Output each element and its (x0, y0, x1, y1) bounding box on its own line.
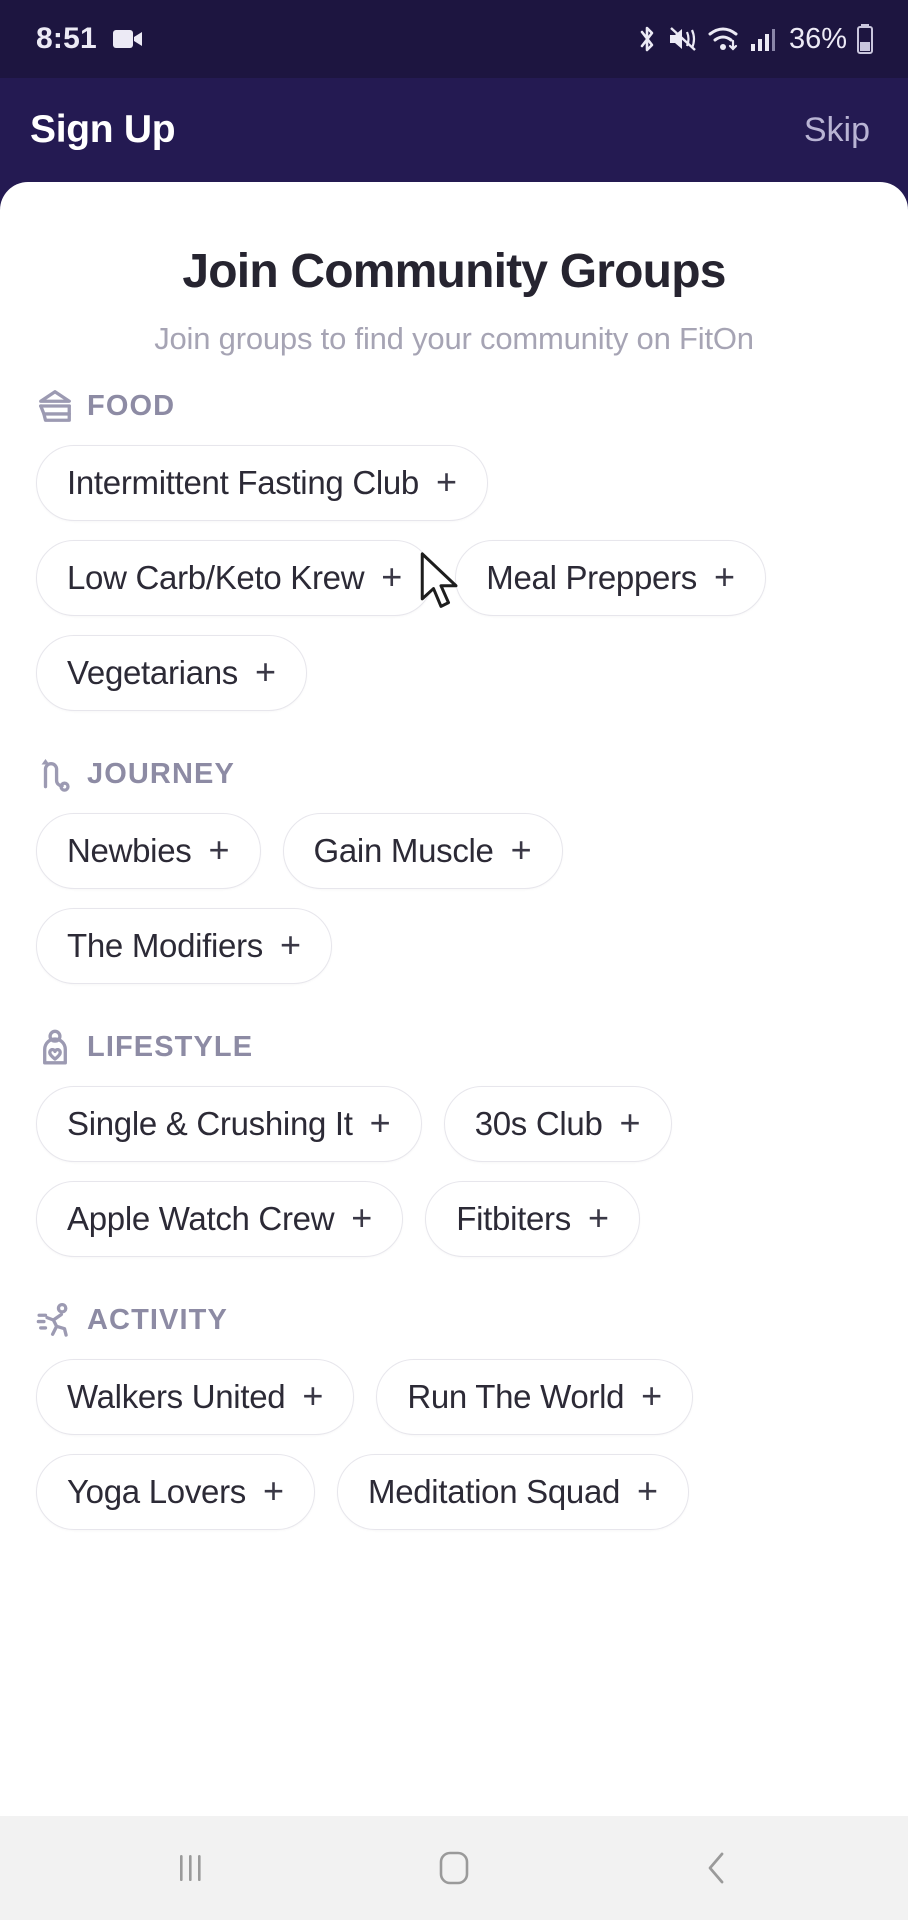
groups-scroll-area[interactable]: Join Community Groups Join groups to fin… (0, 182, 908, 1816)
group-chip-label: The Modifiers (67, 927, 264, 964)
phone-screen: 8:51 36% Sign Up Skip Join Community Gro… (0, 0, 908, 1920)
video-camera-icon (112, 30, 142, 48)
group-chip[interactable]: Walkers United + (36, 1359, 355, 1435)
group-chip[interactable]: Yoga Lovers + (36, 1454, 315, 1530)
group-chip-label: Gain Muscle (313, 832, 494, 869)
running-person-icon (36, 1302, 68, 1337)
chip-group: Single & Crushing It +30s Club + Apple Watc… (36, 1086, 872, 1257)
plus-icon[interactable]: + (381, 558, 402, 595)
group-chip[interactable]: Intermittent Fasting Club + (36, 445, 489, 521)
home-button[interactable] (394, 1816, 514, 1920)
group-chip[interactable]: Vegetarians + (36, 635, 308, 711)
status-time: 8:51 (36, 22, 97, 55)
plus-icon[interactable]: + (208, 831, 229, 868)
group-chip-label: Low Carb/Keto Krew (67, 559, 365, 596)
cellular-signal-icon (750, 29, 775, 51)
group-chip[interactable]: The Modifiers + (36, 908, 333, 984)
page-title-header: Sign Up (30, 108, 176, 151)
battery-icon (857, 24, 873, 54)
plus-icon[interactable]: + (620, 1104, 641, 1141)
plus-icon[interactable]: + (436, 463, 457, 500)
status-bar-left: 8:51 (36, 22, 143, 56)
section-journey: JOURNEY Newbies + Gain Muscle + The Modifiers… (0, 755, 908, 984)
group-chip[interactable]: Single & Crushing It + (36, 1086, 422, 1162)
group-chip[interactable]: Run The World + (376, 1359, 694, 1435)
section-label: FOOD (87, 389, 176, 422)
plus-icon[interactable]: + (637, 1472, 658, 1509)
group-chip[interactable]: Fitbiters + (425, 1181, 640, 1257)
chip-group: Intermittent Fasting Club + Low Carb/Keto … (36, 445, 872, 711)
group-chip-label: 30s Club (474, 1105, 603, 1142)
group-chip-label: Intermittent Fasting Club (67, 464, 419, 501)
skip-button[interactable]: Skip (804, 111, 870, 150)
plus-icon[interactable]: + (302, 1377, 323, 1414)
status-bar: 8:51 36% (0, 0, 908, 78)
group-chip[interactable]: Meal Preppers + (455, 540, 767, 616)
group-chip[interactable]: 30s Club + (443, 1086, 672, 1162)
plus-icon[interactable]: + (511, 831, 532, 868)
page-title: Join Community Groups (182, 245, 726, 298)
recents-icon (180, 1855, 201, 1881)
app-header: Sign Up Skip (0, 78, 908, 182)
home-icon (439, 1851, 469, 1885)
section-activity: ACTIVITY Walkers United + Run The World + Yog… (0, 1301, 908, 1530)
battery-percent: 36% (788, 22, 847, 55)
sandwich-icon (39, 390, 71, 422)
section-label: JOURNEY (87, 757, 235, 790)
group-chip[interactable]: Apple Watch Crew + (36, 1181, 404, 1257)
group-chip[interactable]: Gain Muscle + (282, 813, 563, 889)
content-sheet: Join Community Groups Join groups to fin… (0, 182, 908, 1816)
chip-group: Newbies + Gain Muscle + The Modifiers + (36, 813, 872, 984)
group-chip-label: Yoga Lovers (67, 1473, 246, 1510)
sections-container: FOOD Intermittent Fasting Club + Low Carb/K… (0, 387, 908, 1530)
plus-icon[interactable]: + (351, 1199, 372, 1236)
plus-icon[interactable]: + (263, 1472, 284, 1509)
section-header: FOOD (36, 387, 872, 425)
back-button[interactable] (657, 1816, 777, 1920)
page-subtitle: Join groups to find your community on Fi… (154, 321, 754, 356)
mute-vibrate-icon (669, 27, 696, 51)
plus-icon[interactable]: + (370, 1104, 391, 1141)
plus-icon[interactable]: + (280, 926, 301, 963)
section-label: LIFESTYLE (87, 1030, 254, 1063)
group-chip-label: Fitbiters (456, 1200, 571, 1237)
section-header: LIFESTYLE (36, 1028, 872, 1066)
wifi-icon (708, 27, 738, 51)
group-chip-label: Apple Watch Crew (67, 1200, 335, 1237)
group-chip[interactable]: Newbies + (36, 813, 261, 889)
status-bar-right: 36% (635, 23, 874, 56)
group-chip-label: Vegetarians (67, 654, 238, 691)
group-chip-label: Newbies (67, 832, 192, 869)
group-chip[interactable]: Low Carb/Keto Krew + (36, 540, 434, 616)
person-heart-icon (43, 1029, 67, 1065)
back-icon (708, 1852, 724, 1884)
section-header: JOURNEY (36, 755, 872, 793)
group-chip[interactable]: Meditation Squad + (337, 1454, 690, 1530)
plus-icon[interactable]: + (714, 558, 735, 595)
group-chip-label: Single & Crushing It (67, 1105, 353, 1142)
section-header: ACTIVITY (36, 1301, 872, 1339)
plus-icon[interactable]: + (588, 1199, 609, 1236)
recents-button[interactable] (131, 1816, 251, 1920)
chip-group: Walkers United + Run The World + Yoga Lovers… (36, 1359, 872, 1530)
group-chip-label: Run The World (407, 1378, 625, 1415)
section-label: ACTIVITY (87, 1303, 228, 1336)
plus-icon[interactable]: + (255, 653, 276, 690)
group-chip-label: Walkers United (67, 1378, 286, 1415)
group-chip-label: Meditation Squad (368, 1473, 621, 1510)
bluetooth-icon (640, 26, 654, 52)
plus-icon[interactable]: + (641, 1377, 662, 1414)
route-path-icon (41, 758, 70, 792)
section-food: FOOD Intermittent Fasting Club + Low Carb/K… (0, 387, 908, 711)
android-nav-bar (0, 1816, 908, 1920)
group-chip-label: Meal Preppers (486, 559, 697, 596)
section-lifestyle: LIFESTYLE Single & Crushing It +30s Club + A… (0, 1028, 908, 1257)
